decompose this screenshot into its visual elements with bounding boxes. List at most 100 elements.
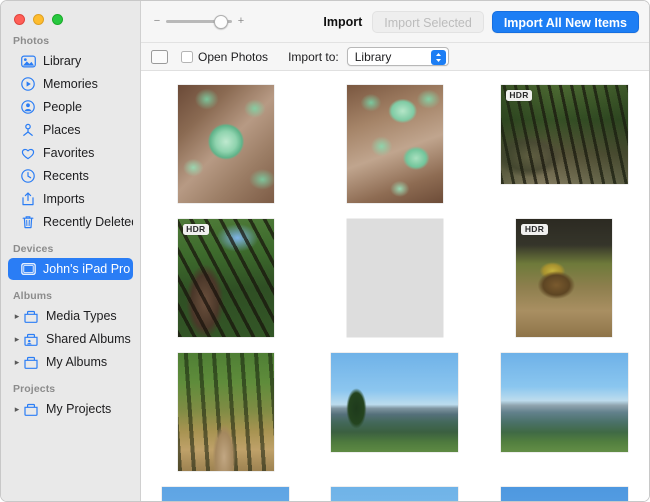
sidebar-item-imports[interactable]: Imports: [8, 188, 133, 210]
photo-image: [516, 219, 612, 337]
sidebar-group-projects: Projects ▸ My Projects: [1, 383, 140, 420]
zoom-in-icon[interactable]: +: [237, 16, 245, 27]
people-icon: [20, 99, 36, 115]
sidebar-item-favorites[interactable]: Favorites: [8, 142, 133, 164]
sidebar-section-title: Projects: [1, 383, 140, 398]
photo-library-icon: [20, 53, 36, 69]
photo-cell: [310, 353, 479, 473]
photo-thumbnail[interactable]: [501, 487, 628, 501]
photo-thumbnail[interactable]: [178, 353, 274, 471]
photo-thumbnail[interactable]: HDR: [501, 85, 628, 184]
photos-import-window: Photos Library Memories: [0, 0, 650, 502]
folder-icon: [23, 308, 39, 324]
photo-cell: [310, 487, 479, 501]
photo-grid-scroll[interactable]: HDR HDR: [141, 71, 649, 501]
sidebar-section-title: Albums: [1, 290, 140, 305]
sidebar-section-title: Devices: [1, 243, 140, 258]
sidebar-group-devices: Devices John's iPad Pro: [1, 243, 140, 280]
photo-image: [331, 353, 458, 452]
photo-cell: [310, 85, 479, 205]
photo-thumbnail[interactable]: HDR: [516, 219, 612, 337]
slider-knob[interactable]: [214, 15, 228, 29]
thumbnail-size-slider[interactable]: − +: [153, 16, 245, 27]
sidebar-item-recents[interactable]: Recents: [8, 165, 133, 187]
photo-image: [178, 353, 274, 471]
sidebar-item-shared-albums[interactable]: ▸ Shared Albums: [8, 328, 133, 350]
import-arrow-icon: [20, 191, 36, 207]
sidebar-item-label: Memories: [43, 77, 98, 91]
slider-track[interactable]: [166, 20, 232, 23]
sidebar-item-places[interactable]: Places: [8, 119, 133, 141]
hdr-badge: HDR: [521, 224, 547, 235]
photo-cell: [141, 85, 310, 205]
photo-cell: HDR: [141, 219, 310, 339]
toggle-info-pane-button[interactable]: [151, 50, 168, 64]
sidebar-item-recently-deleted[interactable]: Recently Deleted: [8, 211, 133, 233]
sidebar-item-memories[interactable]: Memories: [8, 73, 133, 95]
photo-row: HDR HDR: [141, 219, 649, 339]
photo-cell: [141, 353, 310, 473]
clock-icon: [20, 168, 36, 184]
photo-image: [178, 85, 274, 203]
sidebar-item-label: John's iPad Pro: [43, 262, 130, 276]
photo-cell: [480, 353, 649, 473]
import-to-select[interactable]: Library: [347, 47, 449, 66]
photo-image: [331, 487, 458, 501]
import-selected-button[interactable]: Import Selected: [372, 11, 484, 33]
import-all-new-items-button[interactable]: Import All New Items: [492, 11, 639, 33]
ipad-icon: [20, 261, 36, 277]
sidebar-item-library[interactable]: Library: [8, 50, 133, 72]
photo-cell: [310, 219, 479, 339]
chevron-right-icon[interactable]: ▸: [11, 357, 23, 368]
photo-image: [178, 219, 274, 337]
photo-thumbnail[interactable]: [501, 353, 628, 452]
chevron-up-down-icon[interactable]: [431, 50, 446, 65]
photo-grid: HDR HDR: [141, 71, 649, 501]
photo-thumbnail[interactable]: [347, 219, 443, 337]
sidebar: Photos Library Memories: [1, 1, 141, 501]
folder-icon: [23, 354, 39, 370]
sidebar-item-media-types[interactable]: ▸ Media Types: [8, 305, 133, 327]
sidebar-item-label: Places: [43, 123, 81, 137]
photo-image: [501, 353, 628, 452]
photo-thumbnail[interactable]: [331, 487, 458, 501]
import-to-label: Import to:: [288, 50, 339, 64]
sidebar-section-title: Photos: [1, 35, 140, 50]
sidebar-item-label: Recents: [43, 169, 89, 183]
sidebar-item-my-projects[interactable]: ▸ My Projects: [8, 398, 133, 420]
hdr-badge: HDR: [506, 90, 532, 101]
photo-image: [347, 219, 443, 337]
photo-cell: HDR: [480, 85, 649, 205]
sidebar-item-people[interactable]: People: [8, 96, 133, 118]
photo-thumbnail[interactable]: HDR: [178, 219, 274, 337]
photo-thumbnail[interactable]: [178, 85, 274, 203]
sidebar-item-label: My Albums: [46, 355, 107, 369]
folder-icon: [23, 401, 39, 417]
import-section-label: Import: [323, 15, 362, 29]
close-button[interactable]: [14, 14, 25, 25]
sidebar-item-label: People: [43, 100, 82, 114]
photo-image: [501, 487, 628, 501]
photo-thumbnail[interactable]: [347, 85, 443, 203]
hdr-badge: HDR: [183, 224, 209, 235]
sidebar-item-johns-ipad-pro[interactable]: John's iPad Pro: [8, 258, 133, 280]
open-photos-checkbox[interactable]: [181, 51, 193, 63]
sidebar-item-label: Recently Deleted: [43, 215, 133, 229]
sidebar-group-photos: Photos Library Memories: [1, 35, 140, 233]
chevron-right-icon[interactable]: ▸: [11, 334, 23, 345]
minimize-button[interactable]: [33, 14, 44, 25]
chevron-right-icon[interactable]: ▸: [11, 404, 23, 415]
photo-image: [347, 85, 443, 203]
photo-thumbnail[interactable]: [162, 487, 289, 501]
sidebar-item-my-albums[interactable]: ▸ My Albums: [8, 351, 133, 373]
sidebar-item-label: Shared Albums: [46, 332, 131, 346]
sidebar-item-label: Favorites: [43, 146, 94, 160]
photo-row: [141, 353, 649, 473]
window-controls: [1, 1, 140, 23]
chevron-right-icon[interactable]: ▸: [11, 311, 23, 322]
toolbar: − + Import Import Selected Import All Ne…: [141, 1, 649, 43]
open-photos-label: Open Photos: [198, 50, 268, 64]
zoom-out-icon[interactable]: −: [153, 16, 161, 27]
photo-thumbnail[interactable]: [331, 353, 458, 452]
zoom-button[interactable]: [52, 14, 63, 25]
